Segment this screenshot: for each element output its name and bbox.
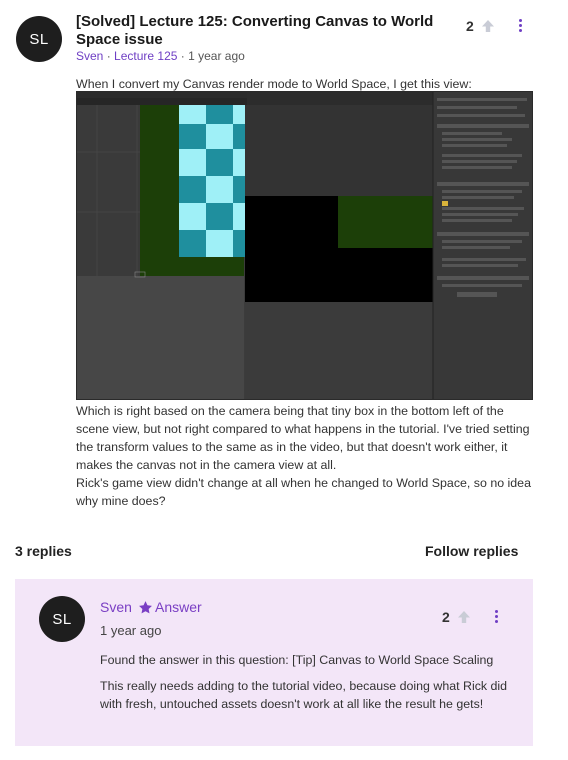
reply-author-link[interactable]: Sven: [100, 599, 132, 615]
arrow-up-icon[interactable]: [481, 19, 495, 33]
vote-count: 2: [442, 609, 450, 625]
follow-replies-button[interactable]: Follow replies: [425, 543, 518, 559]
post-image[interactable]: [76, 91, 533, 400]
unity-editor-image: [77, 92, 532, 399]
kebab-menu-icon[interactable]: [517, 19, 523, 32]
post-paragraph-3: Rick's game view didn't change at all wh…: [76, 476, 531, 508]
arrow-up-icon[interactable]: [457, 610, 471, 624]
post-paragraph: Which is right based on the camera being…: [76, 402, 536, 510]
avatar-initials: SL: [29, 30, 49, 48]
reply-vote: 2: [442, 609, 471, 625]
answer-badge-label: Answer: [155, 599, 202, 615]
author-link[interactable]: Sven: [76, 49, 103, 63]
post-time: · 1 year ago: [177, 49, 245, 63]
reply-paragraph: Found the answer in this question: [Tip]…: [100, 653, 494, 667]
avatar[interactable]: SL: [16, 16, 62, 62]
post-meta: Sven · Lecture 125 · 1 year ago: [76, 49, 245, 63]
answer-badge: Answer: [138, 599, 202, 615]
meta-separator: ·: [103, 49, 115, 63]
star-icon: [139, 600, 152, 613]
post-title: [Solved] Lecture 125: Converting Canvas …: [76, 13, 434, 48]
post-vote: 2: [466, 18, 495, 34]
reply-card: SL Sven Answer 1 year ago 2 Found the an…: [15, 579, 533, 746]
avatar[interactable]: SL: [39, 596, 85, 642]
vote-count: 2: [466, 18, 474, 34]
replies-count: 3 replies: [15, 543, 72, 559]
post-paragraph-2: Which is right based on the camera being…: [76, 404, 530, 472]
avatar-initials: SL: [52, 610, 72, 628]
kebab-menu-icon[interactable]: [493, 610, 499, 623]
reply-paragraph: This really needs adding to the tutorial…: [100, 679, 508, 711]
lecture-link[interactable]: Lecture 125: [114, 49, 177, 63]
reply-time: 1 year ago: [100, 623, 162, 638]
